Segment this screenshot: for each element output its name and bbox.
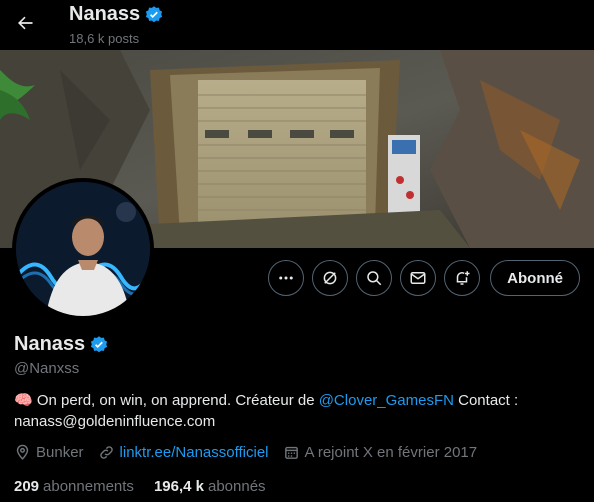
message-button[interactable] [400, 260, 437, 296]
location-text: Bunker [36, 444, 84, 461]
following-stat[interactable]: 209 abonnements [14, 478, 134, 495]
followers-count: 196,4 k [153, 478, 204, 495]
bio-text-1: On perd, on win, on apprend. Créateur de [36, 392, 319, 409]
more-button[interactable] [268, 260, 305, 296]
profile-bio: 🧠 On perd, on win, on apprend. Créateur … [14, 390, 580, 432]
link-icon [99, 446, 113, 459]
profile-handle: @Nanxss [14, 360, 80, 377]
calendar-icon [284, 446, 298, 459]
profile-stats: 209 abonnements 196,4 k abonnés [14, 478, 266, 495]
following-label: abonnements [43, 478, 134, 495]
profile-name: Nanass [14, 333, 86, 355]
website: linktr.ee/Nanassofficiel [98, 444, 269, 461]
notifications-button[interactable] [444, 260, 481, 296]
posts-count: 18,6 k posts [69, 31, 140, 46]
following-count: 209 [14, 478, 40, 495]
message-icon [410, 272, 426, 284]
search-icon [367, 271, 382, 286]
grok-button[interactable] [312, 260, 349, 296]
location: Bunker [14, 444, 84, 461]
following-button[interactable]: Abonné [490, 260, 580, 296]
join-date-text: A rejoint X en février 2017 [304, 444, 478, 461]
more-icon [279, 276, 293, 280]
avatar-image [16, 182, 150, 316]
search-button[interactable] [356, 260, 393, 296]
profile-meta: Bunker linktr.ee/Nanassofficiel A rejoin… [14, 444, 477, 461]
header-title-block: Nanass 18,6 k posts [69, 3, 164, 46]
profile-header: Nanass 18,6 k posts [0, 0, 594, 50]
bio-mention-link[interactable]: @Clover_GamesFN [319, 392, 454, 409]
header-title: Nanass [69, 3, 141, 25]
avatar[interactable] [12, 178, 154, 320]
grok-icon [323, 271, 337, 285]
join-date: A rejoint X en février 2017 [283, 444, 478, 461]
profile-name-row: Nanass [14, 333, 109, 356]
profile-actions: Abonné [268, 260, 580, 296]
verified-badge-icon [146, 5, 163, 22]
notification-bell-icon [456, 271, 470, 285]
verified-badge-icon[interactable] [89, 335, 109, 355]
brain-emoji: 🧠 [14, 392, 33, 409]
back-arrow-icon [18, 16, 33, 30]
location-icon [16, 444, 29, 460]
website-link[interactable]: linktr.ee/Nanassofficiel [120, 444, 269, 461]
followers-label: abonnés [207, 478, 266, 495]
back-button[interactable] [8, 6, 42, 40]
followers-stat[interactable]: 196,4 k abonnés [154, 478, 266, 495]
